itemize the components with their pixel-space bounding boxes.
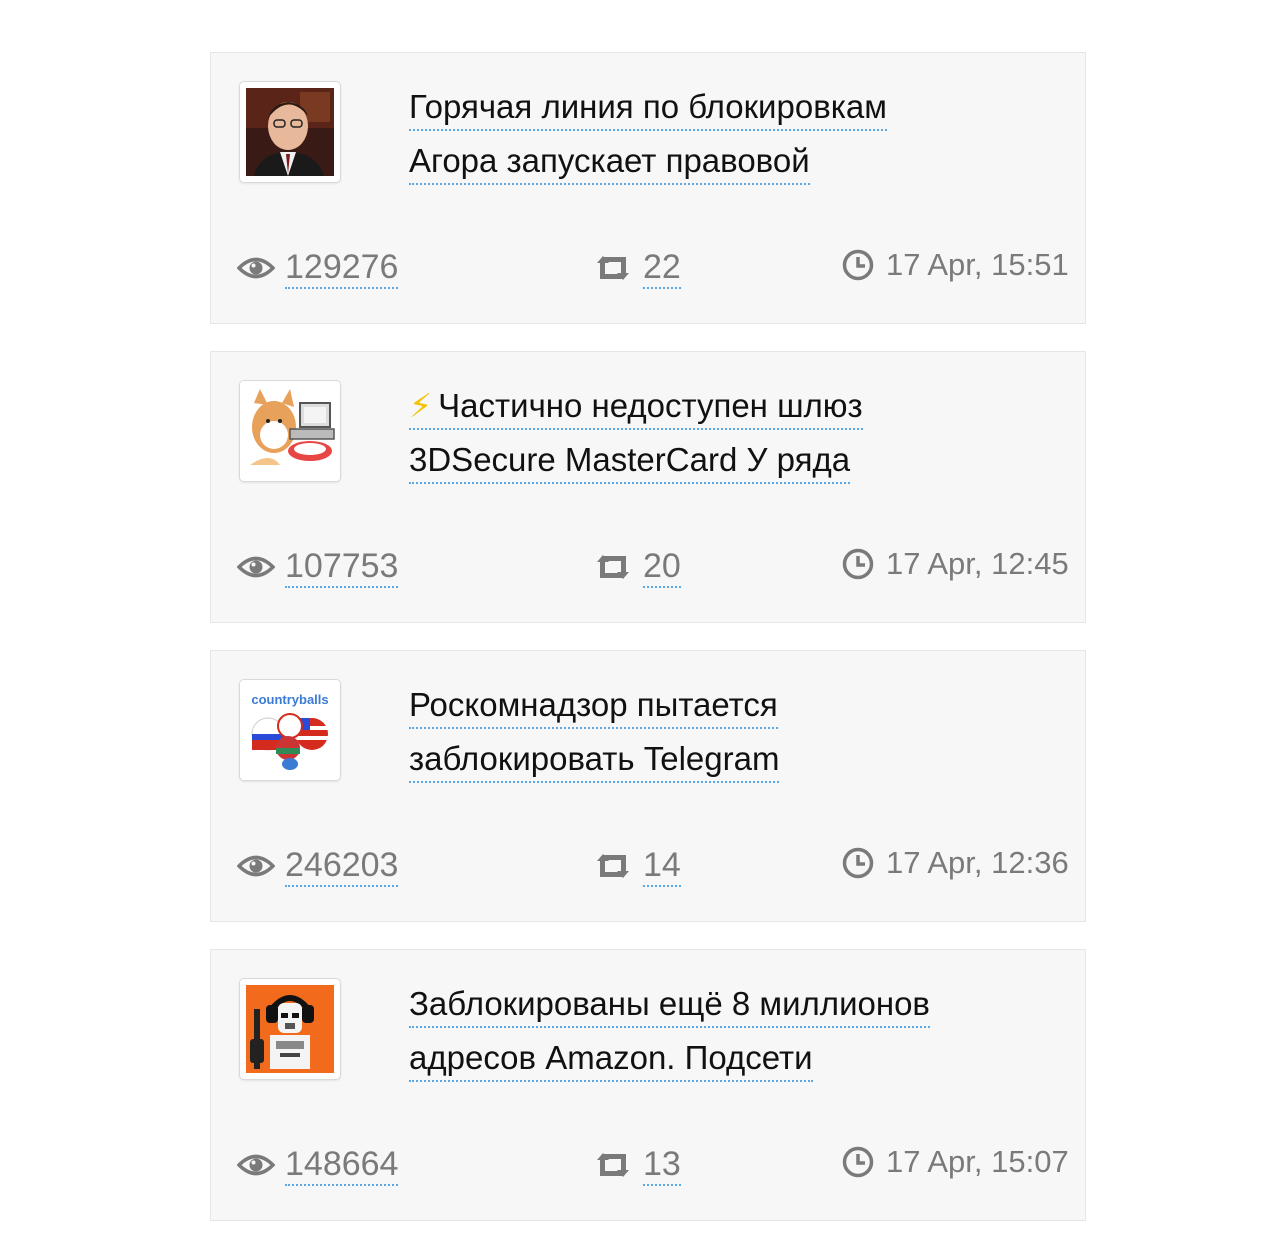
post-title-line[interactable]: Агора запускает правовой — [409, 139, 810, 185]
reposts-count[interactable]: 14 — [643, 845, 681, 887]
post-time: 17 Apr, 15:51 — [886, 247, 1069, 282]
views-stat: 129276 — [237, 247, 399, 289]
channel-avatar[interactable] — [239, 978, 341, 1080]
time-stat: 17 Apr, 12:45 — [842, 546, 1069, 582]
time-stat: 17 Apr, 12:36 — [842, 845, 1069, 881]
reposts-count[interactable]: 20 — [643, 546, 681, 588]
channel-avatar[interactable] — [239, 380, 341, 482]
views-stat: 107753 — [237, 546, 399, 588]
reposts-stat: 14 — [593, 845, 681, 887]
eye-icon — [237, 1152, 275, 1178]
eye-icon — [237, 554, 275, 580]
post-meta: 129276 22 17 Apr, 15:51 — [237, 247, 1085, 293]
views-count[interactable]: 246203 — [285, 845, 399, 887]
retweet-icon — [593, 553, 633, 581]
post-title-line[interactable]: адресов Amazon. Подсети — [409, 1036, 813, 1082]
lightning-icon: ⚡ — [409, 387, 433, 424]
clock-icon — [842, 548, 874, 580]
cartoon-dog-computer-avatar-icon — [240, 381, 340, 481]
retweet-icon — [593, 1151, 633, 1179]
retweet-icon — [593, 254, 633, 282]
eye-icon — [237, 853, 275, 879]
post-title[interactable]: Горячая линия по блокировкам Агора запус… — [409, 85, 1049, 193]
post-feed: Горячая линия по блокировкам Агора запус… — [210, 52, 1086, 1248]
views-count[interactable]: 129276 — [285, 247, 399, 289]
clock-icon — [842, 249, 874, 281]
retweet-icon — [593, 852, 633, 880]
countryballs-logo-text: countryballs — [251, 692, 328, 707]
countryballs-avatar-icon: countryballs — [240, 680, 340, 780]
post-time: 17 Apr, 12:45 — [886, 546, 1069, 581]
post-title-line[interactable]: 3DSecure MasterCard У ряда — [409, 438, 851, 484]
channel-avatar[interactable]: countryballs — [239, 679, 341, 781]
post-title-line[interactable]: заблокировать Telegram — [409, 737, 780, 783]
post-title-line[interactable]: Горячая линия по блокировкам — [409, 85, 887, 131]
time-stat: 17 Apr, 15:51 — [842, 247, 1069, 283]
views-count[interactable]: 148664 — [285, 1144, 399, 1186]
eye-icon — [237, 255, 275, 281]
views-stat: 148664 — [237, 1144, 399, 1186]
post-card: Заблокированы ещё 8 миллионов адресов Am… — [210, 949, 1086, 1221]
post-title[interactable]: Заблокированы ещё 8 миллионов адресов Am… — [409, 982, 1049, 1090]
post-meta: 107753 20 17 Apr, 12:45 — [237, 546, 1085, 592]
reposts-count[interactable]: 13 — [643, 1144, 681, 1186]
post-title-line[interactable]: ⚡ Частично недоступен шлюз — [409, 384, 863, 430]
views-count[interactable]: 107753 — [285, 546, 399, 588]
stormtrooper-headphones-avatar-icon — [246, 985, 334, 1073]
time-stat: 17 Apr, 15:07 — [842, 1144, 1069, 1180]
post-card: Горячая линия по блокировкам Агора запус… — [210, 52, 1086, 324]
post-title-text: Частично недоступен шлюз — [438, 387, 863, 424]
post-title[interactable]: Роскомнадзор пытается заблокировать Tele… — [409, 683, 1049, 791]
post-time: 17 Apr, 15:07 — [886, 1144, 1069, 1179]
reposts-stat: 20 — [593, 546, 681, 588]
clock-icon — [842, 847, 874, 879]
channel-avatar[interactable] — [239, 81, 341, 183]
views-stat: 246203 — [237, 845, 399, 887]
reposts-stat: 13 — [593, 1144, 681, 1186]
clock-icon — [842, 1146, 874, 1178]
post-card: ⚡ Частично недоступен шлюз 3DSecure Maste… — [210, 351, 1086, 623]
post-time: 17 Apr, 12:36 — [886, 845, 1069, 880]
post-title-line[interactable]: Заблокированы ещё 8 миллионов — [409, 982, 930, 1028]
post-meta: 148664 13 17 Apr, 15:07 — [237, 1144, 1085, 1190]
post-title[interactable]: ⚡ Частично недоступен шлюз 3DSecure Maste… — [409, 384, 1049, 492]
person-portrait-avatar-icon — [246, 88, 334, 176]
post-title-line[interactable]: Роскомнадзор пытается — [409, 683, 778, 729]
post-card: countryballs Роскомнадзор пытается забло… — [210, 650, 1086, 922]
post-meta: 246203 14 17 Apr, 12:36 — [237, 845, 1085, 891]
reposts-stat: 22 — [593, 247, 681, 289]
reposts-count[interactable]: 22 — [643, 247, 681, 289]
